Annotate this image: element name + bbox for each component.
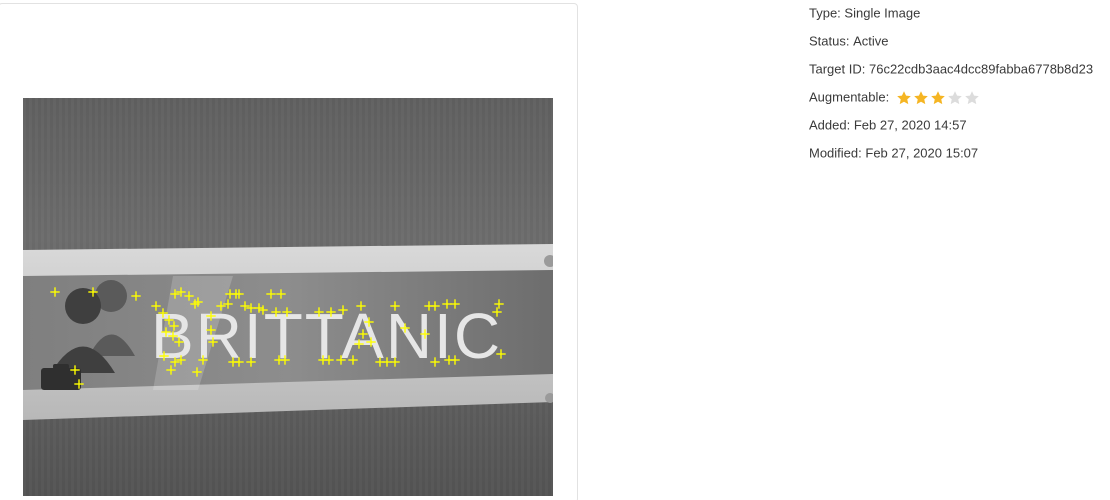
star-filled-icon	[897, 91, 911, 105]
star-empty-icon	[965, 91, 979, 105]
type-label: Type:	[809, 5, 841, 21]
target-image: BRITTANIC	[23, 98, 553, 496]
modified-value: Feb 27, 2020 15:07	[865, 145, 979, 161]
target-id-value: 76c22cdb3aac4dcc89fabba6778b8d23	[868, 61, 1094, 77]
modified-label: Modified:	[809, 145, 862, 161]
status-value: Active	[853, 33, 889, 49]
modified-row: Modified: Feb 27, 2020 15:07	[809, 144, 1109, 172]
target-id-label: Target ID:	[809, 61, 866, 77]
augmentable-rating	[896, 89, 981, 107]
added-value: Feb 27, 2020 14:57	[853, 117, 967, 133]
added-row: Added: Feb 27, 2020 14:57	[809, 116, 1109, 144]
augmentable-label: Augmentable:	[809, 89, 890, 105]
star-filled-icon	[914, 91, 928, 105]
status-label: Status:	[809, 33, 850, 49]
target-details-page: BRITTANIC Type: Single Image Status: Act…	[0, 0, 1110, 500]
type-value: Single Image	[844, 5, 921, 21]
star-empty-icon	[948, 91, 962, 105]
added-label: Added:	[809, 117, 851, 133]
target-id-row: Target ID: 76c22cdb3aac4dcc89fabba6778b8…	[809, 60, 1109, 88]
target-details: Type: Single Image Status: Active Target…	[809, 4, 1109, 172]
target-image-panel: BRITTANIC	[0, 3, 578, 500]
type-row: Type: Single Image	[809, 4, 1109, 32]
augmentable-row: Augmentable:	[809, 88, 1109, 116]
star-filled-icon	[931, 91, 945, 105]
status-row: Status: Active	[809, 32, 1109, 60]
